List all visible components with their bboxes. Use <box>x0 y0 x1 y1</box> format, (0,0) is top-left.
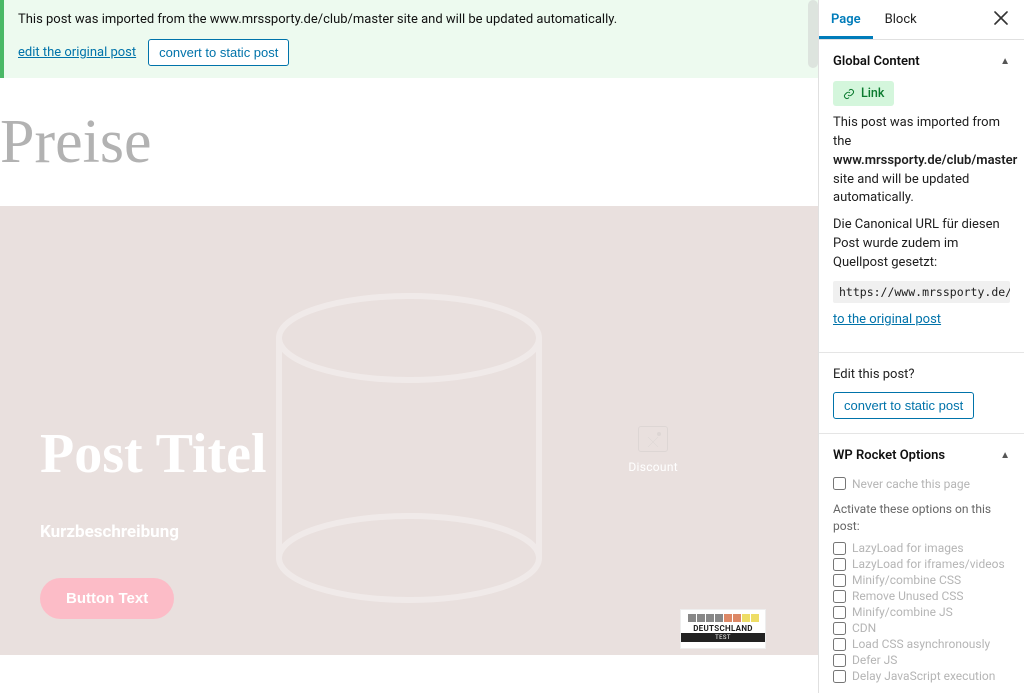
panel-wp-rocket: WP Rocket Options ▲ Never cache this pag… <box>819 434 1024 693</box>
import-notice: This post was imported from the www.mrss… <box>0 0 818 78</box>
sidebar-tabs: Page Block <box>819 0 1024 40</box>
notice-actions: edit the original post convert to static… <box>18 39 804 66</box>
hero-title[interactable]: Post Titel <box>40 422 460 486</box>
notice-text: This post was imported from the www.mrss… <box>18 12 804 27</box>
sidebar-convert-button[interactable]: convert to static post <box>833 392 974 419</box>
close-icon <box>994 11 1008 25</box>
original-post-link[interactable]: to the original post <box>833 312 941 327</box>
caret-up-icon: ▲ <box>1000 56 1010 67</box>
convert-static-button[interactable]: convert to static post <box>148 39 289 66</box>
global-para2: Die Canonical URL für diesen Post wurde … <box>833 216 1010 273</box>
canonical-url-code[interactable]: https://www.mrssporty.de/clubmas <box>833 281 1010 303</box>
editor-scrollbar[interactable] <box>808 0 818 68</box>
panel-toggle-wprocket[interactable]: WP Rocket Options ▲ <box>833 448 1010 463</box>
wprocket-option[interactable]: Defer JS <box>833 653 1010 667</box>
close-sidebar-button[interactable] <box>984 3 1018 36</box>
image-placeholder-icon <box>638 426 668 452</box>
edit-original-link[interactable]: edit the original post <box>18 45 136 60</box>
activate-label: Activate these options on this post: <box>833 501 1010 536</box>
never-cache-checkbox[interactable]: Never cache this page <box>833 477 1010 491</box>
page-title[interactable]: Preise <box>0 78 818 206</box>
wprocket-option[interactable]: LazyLoad for images <box>833 541 1010 555</box>
discount-label: Discount <box>628 460 678 474</box>
wprocket-option[interactable]: Minify/combine CSS <box>833 573 1010 587</box>
discount-placeholder[interactable]: Discount <box>628 426 678 475</box>
badge-image[interactable]: DEUTSCHLAND TEST <box>680 609 766 649</box>
edit-post-label: Edit this post? <box>833 367 1010 382</box>
hero-block[interactable]: Discount Post Titel Kurzbeschreibung But… <box>0 206 818 655</box>
link-icon <box>843 88 855 100</box>
wprocket-option[interactable]: LazyLoad for iframes/videos <box>833 557 1010 571</box>
settings-sidebar: Page Block Global Content ▲ Link This po… <box>818 0 1024 693</box>
wprocket-option[interactable]: Load CSS asynchronously <box>833 637 1010 651</box>
wprocket-option[interactable]: Remove Unused CSS <box>833 589 1010 603</box>
wprocket-option[interactable]: Delay JavaScript execution <box>833 669 1010 683</box>
tab-block[interactable]: Block <box>873 0 929 39</box>
panel-global-content: Global Content ▲ Link This post was impo… <box>819 40 1024 353</box>
panel-toggle-global[interactable]: Global Content ▲ <box>833 54 1010 69</box>
wprocket-option[interactable]: Minify/combine JS <box>833 605 1010 619</box>
tab-page[interactable]: Page <box>819 0 873 39</box>
global-para1: This post was imported from the www.mrss… <box>833 114 1010 208</box>
link-chip[interactable]: Link <box>833 81 894 106</box>
panel-edit-post: Edit this post? convert to static post <box>819 353 1024 434</box>
caret-up-icon: ▲ <box>1000 450 1010 461</box>
hero-subtitle[interactable]: Kurzbeschreibung <box>40 522 460 542</box>
hero-cta-button[interactable]: Button Text <box>40 578 174 619</box>
wprocket-option[interactable]: CDN <box>833 621 1010 635</box>
editor-canvas[interactable]: Preise Discount <box>0 78 818 693</box>
